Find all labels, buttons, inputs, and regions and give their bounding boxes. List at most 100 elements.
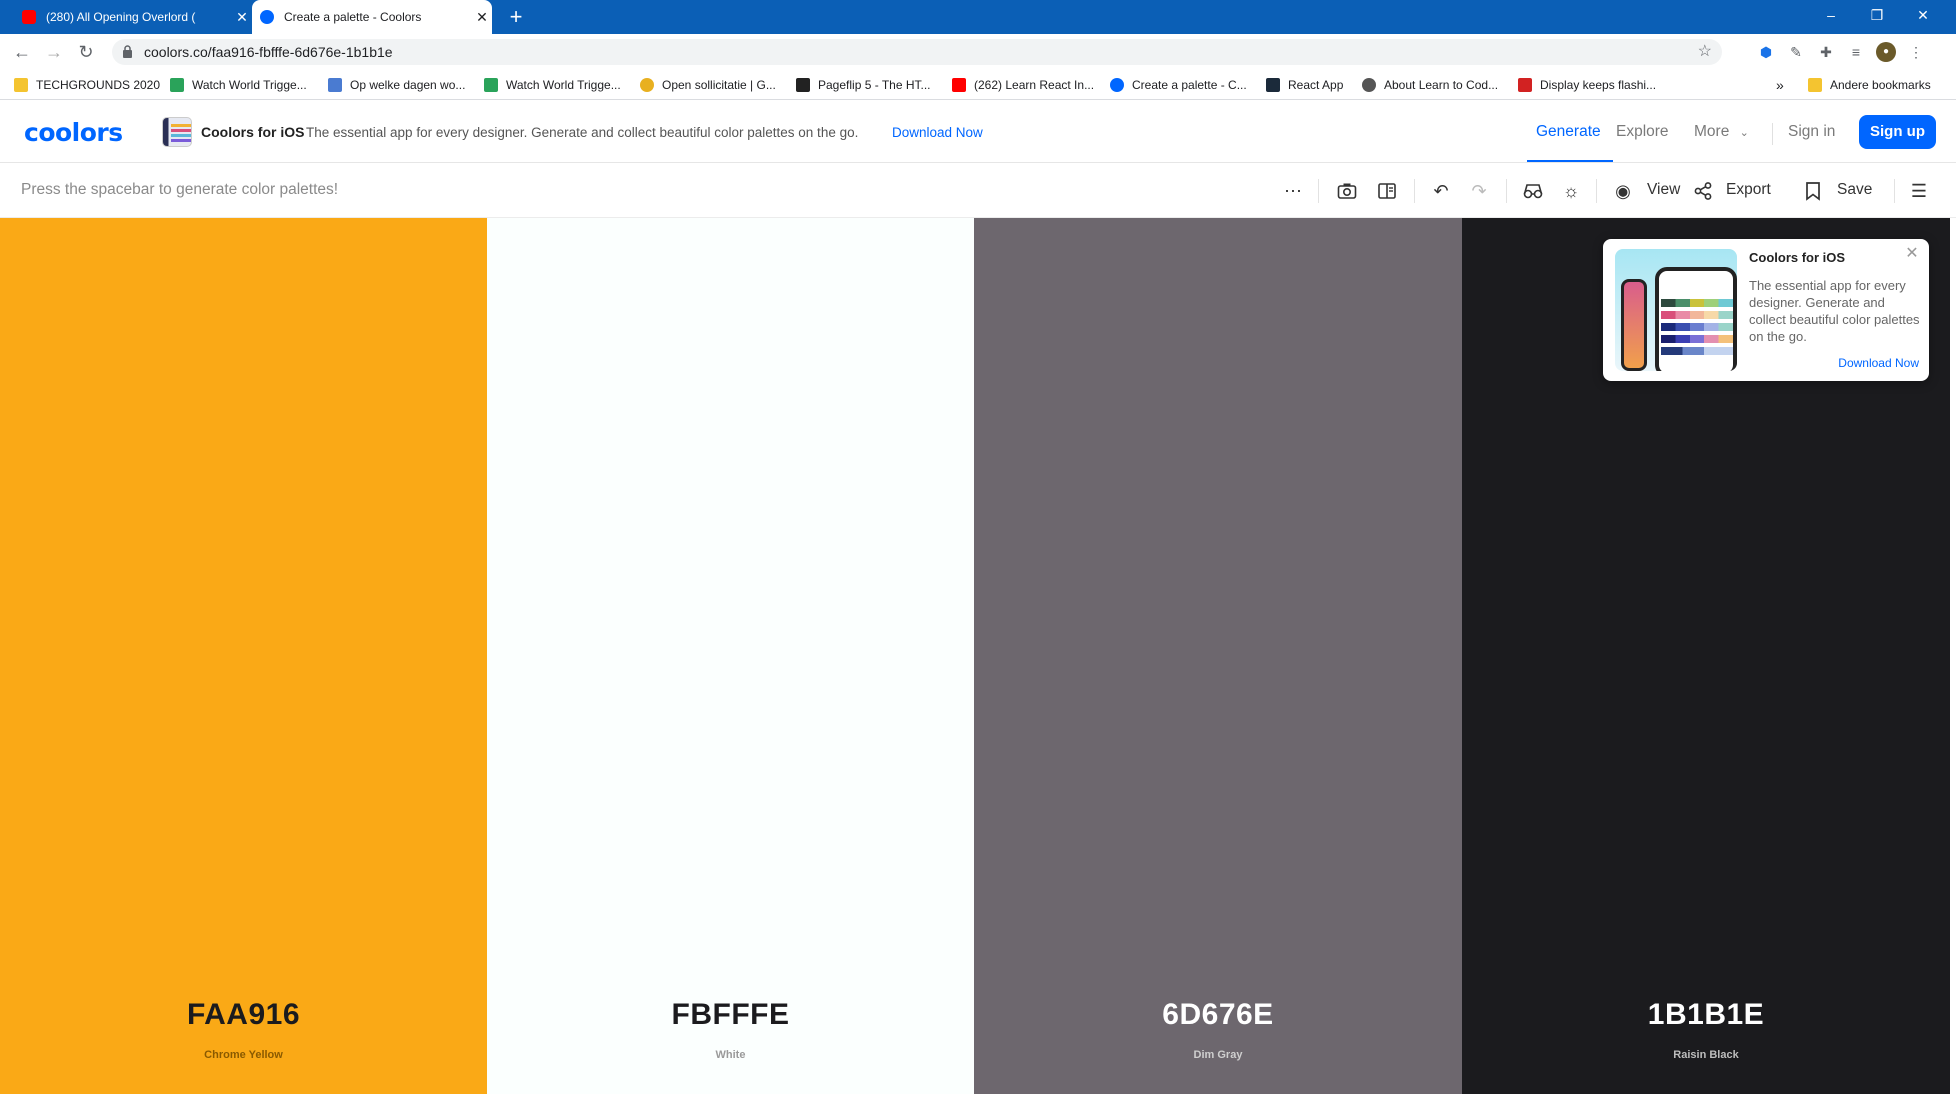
other-bookmarks-folder[interactable]: Andere bookmarks [1808,70,1931,100]
react-icon [1266,78,1280,92]
nav-more[interactable]: More ⌄ [1694,123,1749,141]
browser-tab-bar: (280) All Opening Overlord ( ✕ Create a … [0,0,1956,34]
bookmark-item[interactable]: Pageflip 5 - The HT... [796,70,931,100]
extension-icon[interactable]: ⬢ [1756,42,1776,62]
ios-promo-card: Coolors for iOS ✕ The essential app for … [1603,239,1929,381]
view-button[interactable]: View [1647,181,1680,199]
bookmark-item[interactable]: Create a palette - C... [1110,70,1247,100]
share-icon[interactable] [1690,178,1716,204]
ios-card-download-link[interactable]: Download Now [1838,356,1919,370]
coolors-logo[interactable]: coolors [24,118,123,147]
promo-download-link[interactable]: Download Now [892,125,983,140]
bookmark-save-icon[interactable] [1800,178,1826,204]
promo-text: The essential app for every designer. Ge… [306,125,859,140]
color-column[interactable]: FBFFFE White [487,218,974,1094]
export-button[interactable]: Export [1726,181,1771,199]
bookmark-label: About Learn to Cod... [1384,78,1499,92]
bookmark-label: Display keeps flashi... [1540,78,1657,92]
bookmark-item[interactable]: Watch World Trigge... [170,70,307,100]
hamburger-menu-icon[interactable]: ☰ [1906,178,1932,204]
bookmark-favicon-icon [328,78,342,92]
bookmark-item[interactable]: Display keeps flashi... [1518,70,1656,100]
coolors-favicon-icon [1110,78,1124,92]
new-tab-button[interactable]: + [504,5,528,29]
tab-title: Create a palette - Coolors [284,10,422,24]
signin-link[interactable]: Sign in [1788,123,1835,141]
toolbar-divider [1894,179,1895,203]
browser-tab-youtube[interactable]: (280) All Opening Overlord ( ✕ [14,0,252,34]
signup-button[interactable]: Sign up [1859,115,1936,149]
url-text[interactable]: coolors.co/faa916-fbfffe-6d676e-1b1b1e [144,39,393,65]
bookmark-item[interactable]: React App [1266,70,1343,100]
toolbar-divider [1596,179,1597,203]
nav-explore[interactable]: Explore [1616,123,1669,141]
bookmark-favicon-icon [1518,78,1532,92]
browser-tab-coolors[interactable]: Create a palette - Coolors ✕ [252,0,492,34]
redo-icon[interactable]: ↷ [1466,178,1492,204]
nav-generate[interactable]: Generate [1536,123,1601,141]
tab-title: (280) All Opening Overlord ( [46,10,196,24]
eye-icon[interactable]: ◉ [1610,178,1636,204]
color-column[interactable]: 6D676E Dim Gray [974,218,1462,1094]
sun-brightness-icon[interactable]: ☼ [1558,178,1584,204]
tab-close-icon[interactable]: ✕ [472,9,492,26]
save-button[interactable]: Save [1837,181,1872,199]
color-name: Chrome Yellow [204,1049,283,1061]
bookmark-item[interactable]: Op welke dagen wo... [328,70,465,100]
glasses-icon[interactable] [1520,178,1546,204]
color-column[interactable]: FAA916 Chrome Yellow [0,218,487,1094]
bookmark-label: Op welke dagen wo... [350,78,466,92]
folder-icon [1808,78,1822,92]
bookmark-item[interactable]: Open sollicitatie | G... [640,70,776,100]
bookmark-item[interactable]: Watch World Trigge... [484,70,621,100]
bookmark-star-icon[interactable]: ☆ [1698,39,1712,65]
color-hex-code[interactable]: 6D676E [974,998,1462,1032]
active-nav-underline [1527,160,1613,162]
profile-avatar-icon[interactable]: ● [1876,42,1896,62]
camera-icon[interactable] [1334,178,1360,204]
browser-menu-icon[interactable]: ⋮ [1906,42,1926,62]
minimize-window-button[interactable]: – [1808,0,1854,30]
more-options-icon[interactable]: ⋯ [1280,178,1306,204]
bookmark-favicon-icon [640,78,654,92]
toolbar-divider [1506,179,1507,203]
eyedropper-icon[interactable]: ✎ [1786,42,1806,62]
toolbar-divider [1414,179,1415,203]
close-icon[interactable]: ✕ [1903,245,1921,263]
bookmark-label: (262) Learn React In... [974,78,1095,92]
phone-mockup-image [1615,249,1737,371]
bookmark-item[interactable]: About Learn to Cod... [1362,70,1498,100]
restore-window-button[interactable]: ❐ [1854,0,1900,30]
split-view-icon[interactable] [1374,178,1400,204]
bookmark-label: Open sollicitatie | G... [662,78,776,92]
close-window-button[interactable]: ✕ [1900,0,1946,30]
reload-icon[interactable]: ↻ [74,40,98,64]
bookmark-favicon-icon [796,78,810,92]
bookmarks-bar: TECHGROUNDS 2020 Watch World Trigge... O… [0,70,1956,100]
bookmark-label: Pageflip 5 - The HT... [818,78,931,92]
bookmark-item[interactable]: TECHGROUNDS 2020 [14,70,160,100]
puzzle-extensions-icon[interactable]: ✚ [1816,42,1836,62]
tab-close-icon[interactable]: ✕ [232,9,252,26]
nav-more-label: More [1694,123,1730,140]
generator-toolbar: Press the spacebar to generate color pal… [0,163,1956,218]
reading-list-icon[interactable]: ≡ [1846,42,1866,62]
bookmark-label: Create a palette - C... [1132,78,1247,92]
ios-card-title: Coolors for iOS [1749,250,1846,265]
color-hex-code[interactable]: 1B1B1E [1462,998,1950,1032]
omnibox[interactable]: coolors.co/faa916-fbfffe-6d676e-1b1b1e ☆ [112,39,1722,65]
bookmark-label: Watch World Trigge... [506,78,621,92]
forward-arrow-icon[interactable]: → [42,40,66,64]
promo-title: Coolors for iOS [201,124,305,140]
coolors-favicon-icon [260,10,274,24]
back-arrow-icon[interactable]: ← [10,40,34,64]
undo-icon[interactable]: ↶ [1428,178,1454,204]
bookmark-label: Watch World Trigge... [192,78,307,92]
color-hex-code[interactable]: FAA916 [0,998,487,1032]
bookmarks-overflow-button[interactable]: » [1776,70,1784,100]
color-hex-code[interactable]: FBFFFE [487,998,974,1032]
site-header: coolors Coolors for iOS The essential ap… [0,101,1956,163]
bookmark-label: TECHGROUNDS 2020 [36,78,161,92]
bookmark-item[interactable]: (262) Learn React In... [952,70,1094,100]
address-bar-row: ← → ↻ coolors.co/faa916-fbfffe-6d676e-1b… [0,34,1956,70]
